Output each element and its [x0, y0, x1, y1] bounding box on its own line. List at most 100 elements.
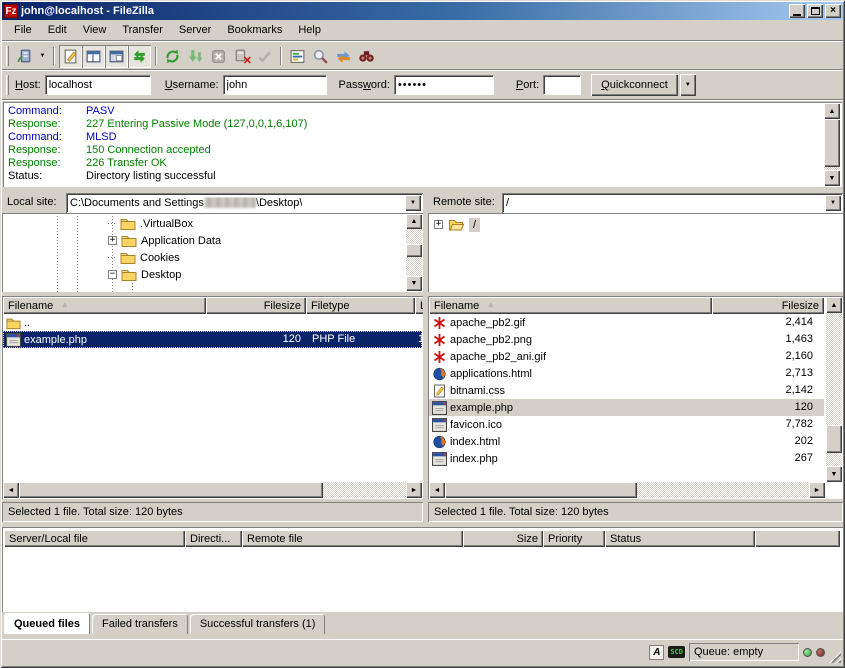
remote-tree[interactable]: + / — [428, 213, 843, 292]
remote-row[interactable]: bitnami.css 2,142 — [429, 382, 824, 399]
remote-row[interactable]: favicon.ico 7,782 — [429, 416, 824, 433]
remote-row[interactable]: applications.html 2,713 — [429, 365, 824, 382]
synchronized-browsing-button[interactable] — [332, 45, 355, 68]
scroll-right-icon[interactable]: ► — [809, 482, 825, 498]
tree-expander-plus[interactable]: + — [434, 220, 443, 229]
filezilla-app-icon[interactable]: Fz — [4, 4, 18, 18]
remote-row[interactable]: index.php 267 — [429, 450, 824, 467]
toggle-message-log-button[interactable] — [59, 45, 82, 68]
tree-expander-plus[interactable]: + — [108, 236, 117, 245]
scroll-up-icon[interactable]: ▲ — [406, 214, 422, 229]
remote-site-combo[interactable]: / ▼ — [502, 193, 843, 213]
message-log[interactable]: Command:PASV Response:227 Entering Passi… — [3, 102, 842, 187]
tree-item-virtualbox[interactable]: .VirtualBox — [108, 215, 193, 232]
local-site-combo[interactable]: C:\Documents and Settings\Desktop\ ▼ — [66, 193, 423, 213]
queue-col-remote-file[interactable]: Remote file — [242, 530, 463, 547]
resize-grip[interactable] — [828, 650, 841, 663]
host-input[interactable] — [45, 75, 151, 95]
local-hscrollbar[interactable]: ◄ ► — [3, 482, 422, 498]
scd-indicator-icon[interactable]: SCD — [668, 646, 685, 658]
remote-vscrollbar-thumb[interactable] — [826, 425, 842, 453]
username-input[interactable] — [223, 75, 327, 95]
remote-row[interactable]: index.html 202 — [429, 433, 824, 450]
reconnect-button[interactable] — [253, 45, 276, 68]
password-input[interactable] — [394, 75, 494, 95]
toggle-remote-tree-button[interactable] — [105, 45, 128, 68]
local-col-filetype[interactable]: Filetype — [306, 297, 415, 314]
local-file-list[interactable]: Filename▲ Filesize Filetype L .. example… — [2, 296, 423, 499]
menu-help[interactable]: Help — [290, 22, 329, 38]
cancel-button[interactable] — [207, 45, 230, 68]
local-hscrollbar-thumb[interactable] — [19, 482, 323, 498]
log-scrollbar-thumb[interactable] — [824, 119, 840, 167]
queue-col-server-local-file[interactable]: Server/Local file — [4, 530, 185, 547]
scroll-down-icon[interactable]: ▼ — [826, 466, 842, 482]
data-type-indicator-icon[interactable]: A — [649, 645, 664, 660]
remote-row[interactable]: apache_pb2.gif 2,414 — [429, 314, 824, 331]
minimize-button[interactable] — [789, 4, 805, 18]
maximize-button[interactable] — [807, 4, 823, 18]
local-row-updir[interactable]: .. — [3, 314, 422, 331]
remote-site-dropdown[interactable]: ▼ — [825, 195, 841, 211]
remote-row-selected[interactable]: example.php 120 — [429, 399, 824, 416]
queue-col-size[interactable]: Size — [463, 530, 543, 547]
remote-row[interactable]: apache_pb2_ani.gif 2,160 — [429, 348, 824, 365]
tab-successful-transfers[interactable]: Successful transfers (1) — [190, 614, 326, 634]
site-manager-button[interactable] — [13, 45, 36, 68]
menu-view[interactable]: View — [75, 22, 115, 38]
tree-item-cookies[interactable]: Cookies — [108, 249, 180, 266]
remote-row[interactable]: apache_pb2.png 1,463 — [429, 331, 824, 348]
scroll-up-icon[interactable]: ▲ — [826, 297, 842, 313]
quickconnect-button[interactable]: Quickconnect — [591, 74, 678, 96]
local-col-lastmodified[interactable]: L — [415, 297, 423, 314]
toolbar-grip[interactable] — [6, 46, 9, 66]
menu-edit[interactable]: Edit — [40, 22, 75, 38]
tree-item-application-data[interactable]: + Application Data — [108, 232, 221, 249]
compare-directories-button[interactable] — [309, 45, 332, 68]
log-scrollbar[interactable]: ▲ ▼ — [824, 103, 840, 186]
disconnect-button[interactable]: ✕ — [230, 45, 253, 68]
scroll-left-icon[interactable]: ◄ — [429, 482, 445, 498]
tree-item-root[interactable]: + / — [434, 216, 480, 233]
toggle-local-tree-button[interactable] — [82, 45, 105, 68]
local-site-dropdown[interactable]: ▼ — [405, 195, 421, 211]
remote-col-filesize[interactable]: Filesize — [712, 297, 824, 314]
queue-col-priority[interactable]: Priority — [543, 530, 605, 547]
local-row-example-php[interactable]: example.php 120 PHP File 1 — [3, 331, 422, 348]
scroll-right-icon[interactable]: ► — [406, 482, 422, 498]
process-queue-button[interactable] — [184, 45, 207, 68]
filter-button[interactable] — [286, 45, 309, 68]
site-manager-dropdown[interactable]: ▼ — [36, 45, 49, 68]
menu-transfer[interactable]: Transfer — [114, 22, 171, 38]
menu-server[interactable]: Server — [171, 22, 219, 38]
remote-hscrollbar-thumb[interactable] — [445, 482, 637, 498]
quickconnect-dropdown[interactable]: ▼ — [680, 74, 696, 96]
queue-col-status[interactable]: Status — [605, 530, 755, 547]
local-tree-scrollbar[interactable]: ▲ ▼ — [406, 214, 422, 291]
menu-bookmarks[interactable]: Bookmarks — [219, 22, 290, 38]
tab-queued-files[interactable]: Queued files — [4, 613, 90, 634]
queue-col-direction[interactable]: Directi... — [185, 530, 242, 547]
tree-expander-minus[interactable]: − — [108, 270, 117, 279]
tree-item-desktop[interactable]: − Desktop — [108, 266, 181, 283]
local-col-filesize[interactable]: Filesize — [206, 297, 306, 314]
tab-failed-transfers[interactable]: Failed transfers — [92, 614, 188, 634]
close-button[interactable]: × — [825, 4, 841, 18]
refresh-button[interactable] — [161, 45, 184, 68]
local-tree[interactable]: .VirtualBox + Application Data Cookies −… — [2, 213, 423, 292]
menu-file[interactable]: File — [6, 22, 40, 38]
remote-vscrollbar[interactable]: ▲ ▼ — [826, 297, 842, 482]
quickconnect-grip[interactable] — [6, 75, 9, 95]
remote-file-list[interactable]: Filename▲ Filesize apache_pb2.gif 2,414 … — [428, 296, 843, 499]
remote-hscrollbar[interactable]: ◄ ► — [429, 482, 825, 498]
scroll-down-icon[interactable]: ▼ — [824, 170, 840, 186]
remote-col-filename[interactable]: Filename▲ — [429, 297, 712, 314]
scroll-down-icon[interactable]: ▼ — [406, 276, 422, 291]
pane-splitter[interactable] — [423, 192, 428, 522]
local-col-filename[interactable]: Filename▲ — [3, 297, 206, 314]
toggle-queue-button[interactable] — [128, 45, 151, 68]
scroll-up-icon[interactable]: ▲ — [824, 103, 840, 119]
local-tree-scrollbar-thumb[interactable] — [406, 244, 422, 257]
find-files-button[interactable] — [355, 45, 378, 68]
scroll-left-icon[interactable]: ◄ — [3, 482, 19, 498]
